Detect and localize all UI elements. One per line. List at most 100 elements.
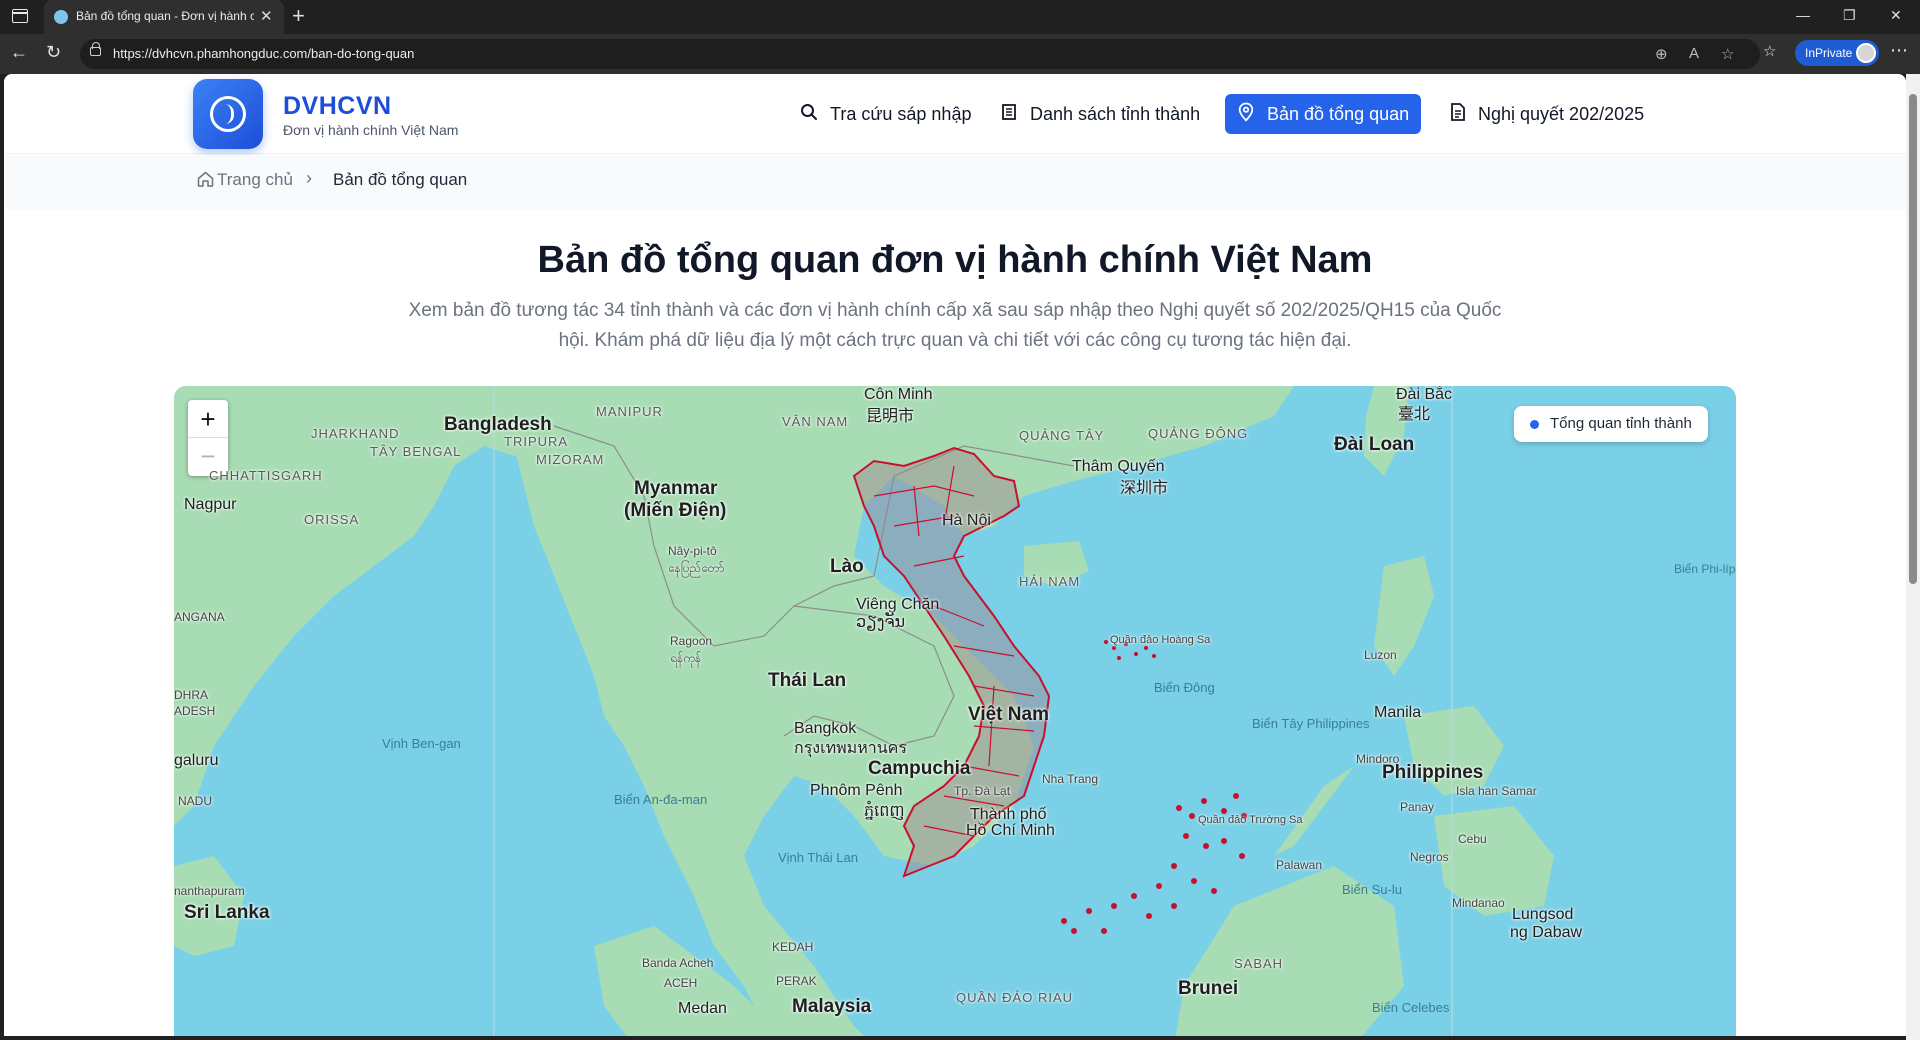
zoom-in-button[interactable]: + — [188, 400, 228, 438]
map-label: CHHATTISGARH — [209, 468, 323, 483]
nav-nghi-quyet[interactable]: Nghị quyết 202/2025 — [1450, 94, 1644, 134]
map-label: Myanmar — [634, 478, 718, 499]
map-label: Biển Tây Philippines — [1252, 716, 1370, 731]
tab-close-icon[interactable]: ✕ — [260, 7, 273, 25]
map-label: Quần đảo Trường Sa — [1198, 814, 1303, 826]
map-label: Manila — [1374, 704, 1422, 721]
map-label: Hà Nội — [942, 512, 991, 529]
map-label: Vịnh Thái Lan — [778, 850, 858, 865]
map-label: Campuchia — [868, 758, 971, 779]
map-label: (Miến Điện) — [624, 500, 727, 521]
map-label: Ragoon — [670, 634, 713, 648]
lock-icon — [90, 42, 101, 56]
map-label: JHARKHAND — [311, 426, 400, 441]
map-label: Nây-pi-tô — [668, 544, 717, 558]
back-icon[interactable]: ← — [10, 42, 28, 63]
minimize-icon[interactable]: — — [1796, 7, 1810, 23]
map-label: Lungsod — [1512, 906, 1574, 923]
inprivate-badge[interactable]: InPrivate — [1795, 40, 1879, 66]
map-label: 深圳市 — [1120, 480, 1169, 497]
address-bar[interactable]: https://dvhcvn.phamhongduc.com/ban-do-to… — [80, 39, 1760, 69]
map-label: Mindanao — [1452, 896, 1505, 910]
breadcrumb: Trang chủ › Bản đồ tổng quan — [4, 155, 1906, 209]
map-label: HẢI NAM — [1019, 574, 1081, 589]
map-label: Malaysia — [792, 996, 872, 1017]
map-label: ADESH — [174, 704, 216, 718]
url-text: https://dvhcvn.phamhongduc.com/ban-do-to… — [113, 46, 415, 61]
nav-label: Danh sách tỉnh thành — [1030, 103, 1201, 124]
nav-tra-cuu-sap-nhap[interactable]: Tra cứu sáp nhập — [800, 94, 971, 134]
map-basemap — [174, 386, 1554, 1036]
map-label: PERAK — [776, 974, 817, 988]
map-label: Negros — [1410, 850, 1449, 864]
map-label: Biển Celebes — [1372, 1000, 1450, 1015]
nav-label: Tra cứu sáp nhập — [830, 103, 972, 124]
map-label: TRIPURA — [504, 434, 569, 449]
map-label: ວຽງຈັນ — [856, 614, 906, 631]
map-label: Đài Loan — [1334, 434, 1415, 455]
map-label: MIZORAM — [536, 452, 605, 467]
chevron-right-icon: › — [306, 168, 312, 188]
zoom-icon[interactable]: ⊕ — [1655, 45, 1668, 63]
overview-map[interactable]: + − Tổng quan tỉnh thành Bangladesh MANI… — [174, 386, 1736, 1036]
map-label: QUẦN ĐẢO RIAU — [956, 990, 1074, 1005]
close-window-icon[interactable]: ✕ — [1890, 7, 1902, 24]
tab-title: Bản đồ tổng quan - Đơn vị hành chính Việ… — [76, 9, 254, 23]
map-label: ACEH — [664, 976, 698, 990]
document-icon — [1450, 102, 1466, 126]
more-menu-icon[interactable]: ⋯ — [1890, 40, 1908, 61]
map-label: nanthapuram — [174, 884, 245, 898]
map-pin-icon — [1237, 102, 1255, 127]
map-label: Biển Su-lu — [1342, 882, 1402, 897]
restore-icon[interactable]: ❐ — [1843, 7, 1856, 24]
favicon-icon — [54, 10, 68, 24]
map-label: နေပြည်တော် — [668, 561, 725, 575]
map-label: ng Dabaw — [1510, 924, 1583, 941]
map-legend[interactable]: Tổng quan tỉnh thành — [1514, 406, 1708, 442]
browser-toolbar: ← ↻ https://dvhcvn.phamhongduc.com/ban-d… — [0, 34, 1920, 74]
map-label: Sri Lanka — [184, 902, 270, 923]
map-label: Phnôm Pênh — [810, 782, 903, 799]
map-label: ရန်ကုန် — [670, 651, 702, 665]
map-label: galuru — [174, 752, 219, 769]
inprivate-label: InPrivate — [1805, 46, 1853, 60]
map-label: Nha Trang — [1042, 772, 1099, 786]
nav-ban-do-tong-quan[interactable]: Bản đồ tổng quan — [1225, 94, 1422, 134]
building-icon — [1000, 103, 1018, 126]
new-tab-icon[interactable]: + — [292, 3, 305, 29]
refresh-icon[interactable]: ↻ — [46, 42, 61, 63]
map-label: Biển An-đa-man — [614, 792, 708, 807]
map-label: SABAH — [1234, 956, 1284, 971]
map-label: Lào — [830, 556, 864, 577]
site-logo[interactable] — [193, 79, 263, 149]
map-label: ភ្នំពេញ — [864, 803, 905, 820]
legend-dot-icon — [1530, 420, 1539, 429]
read-aloud-icon[interactable]: A — [1689, 45, 1699, 62]
brand-name[interactable]: DVHCVN — [283, 92, 392, 121]
favorite-star-icon[interactable]: ☆ — [1721, 45, 1734, 63]
window-menu-icon[interactable] — [12, 9, 28, 23]
legend-label: Tổng quan tỉnh thành — [1550, 415, 1692, 432]
map-label: QUẢNG ĐÔNG — [1148, 426, 1249, 441]
map-label: Tp. Đà Lạt — [954, 784, 1011, 798]
scrollbar-thumb[interactable] — [1909, 94, 1917, 584]
map-label: ANGANA — [174, 610, 225, 624]
map-label: Panay — [1400, 800, 1435, 814]
map-label: TÂY BENGAL — [370, 444, 462, 459]
map-label: Palawan — [1276, 858, 1323, 872]
favorites-icon[interactable]: ☆ — [1763, 42, 1776, 60]
map-label: NADU — [178, 794, 213, 808]
map-label: Bangladesh — [444, 414, 552, 435]
brand-subtitle: Đơn vị hành chính Việt Nam — [283, 122, 459, 138]
browser-tabbar: Bản đồ tổng quan - Đơn vị hành chính Việ… — [0, 0, 1920, 34]
page-scrollbar[interactable] — [1906, 74, 1920, 1040]
map-label: 臺北 — [1398, 406, 1431, 423]
breadcrumb-home[interactable]: Trang chủ — [217, 170, 293, 190]
map-label: QUẢNG TÂY — [1019, 428, 1105, 443]
map-label: 昆明市 — [866, 408, 915, 425]
search-icon — [800, 103, 818, 126]
nav-label: Nghị quyết 202/2025 — [1478, 103, 1645, 124]
nav-danh-sach-tinh-thanh[interactable]: Danh sách tỉnh thành — [1000, 94, 1200, 134]
map-label: KEDAH — [772, 940, 814, 954]
browser-tab-active[interactable]: Bản đồ tổng quan - Đơn vị hành chính Việ… — [44, 0, 284, 34]
